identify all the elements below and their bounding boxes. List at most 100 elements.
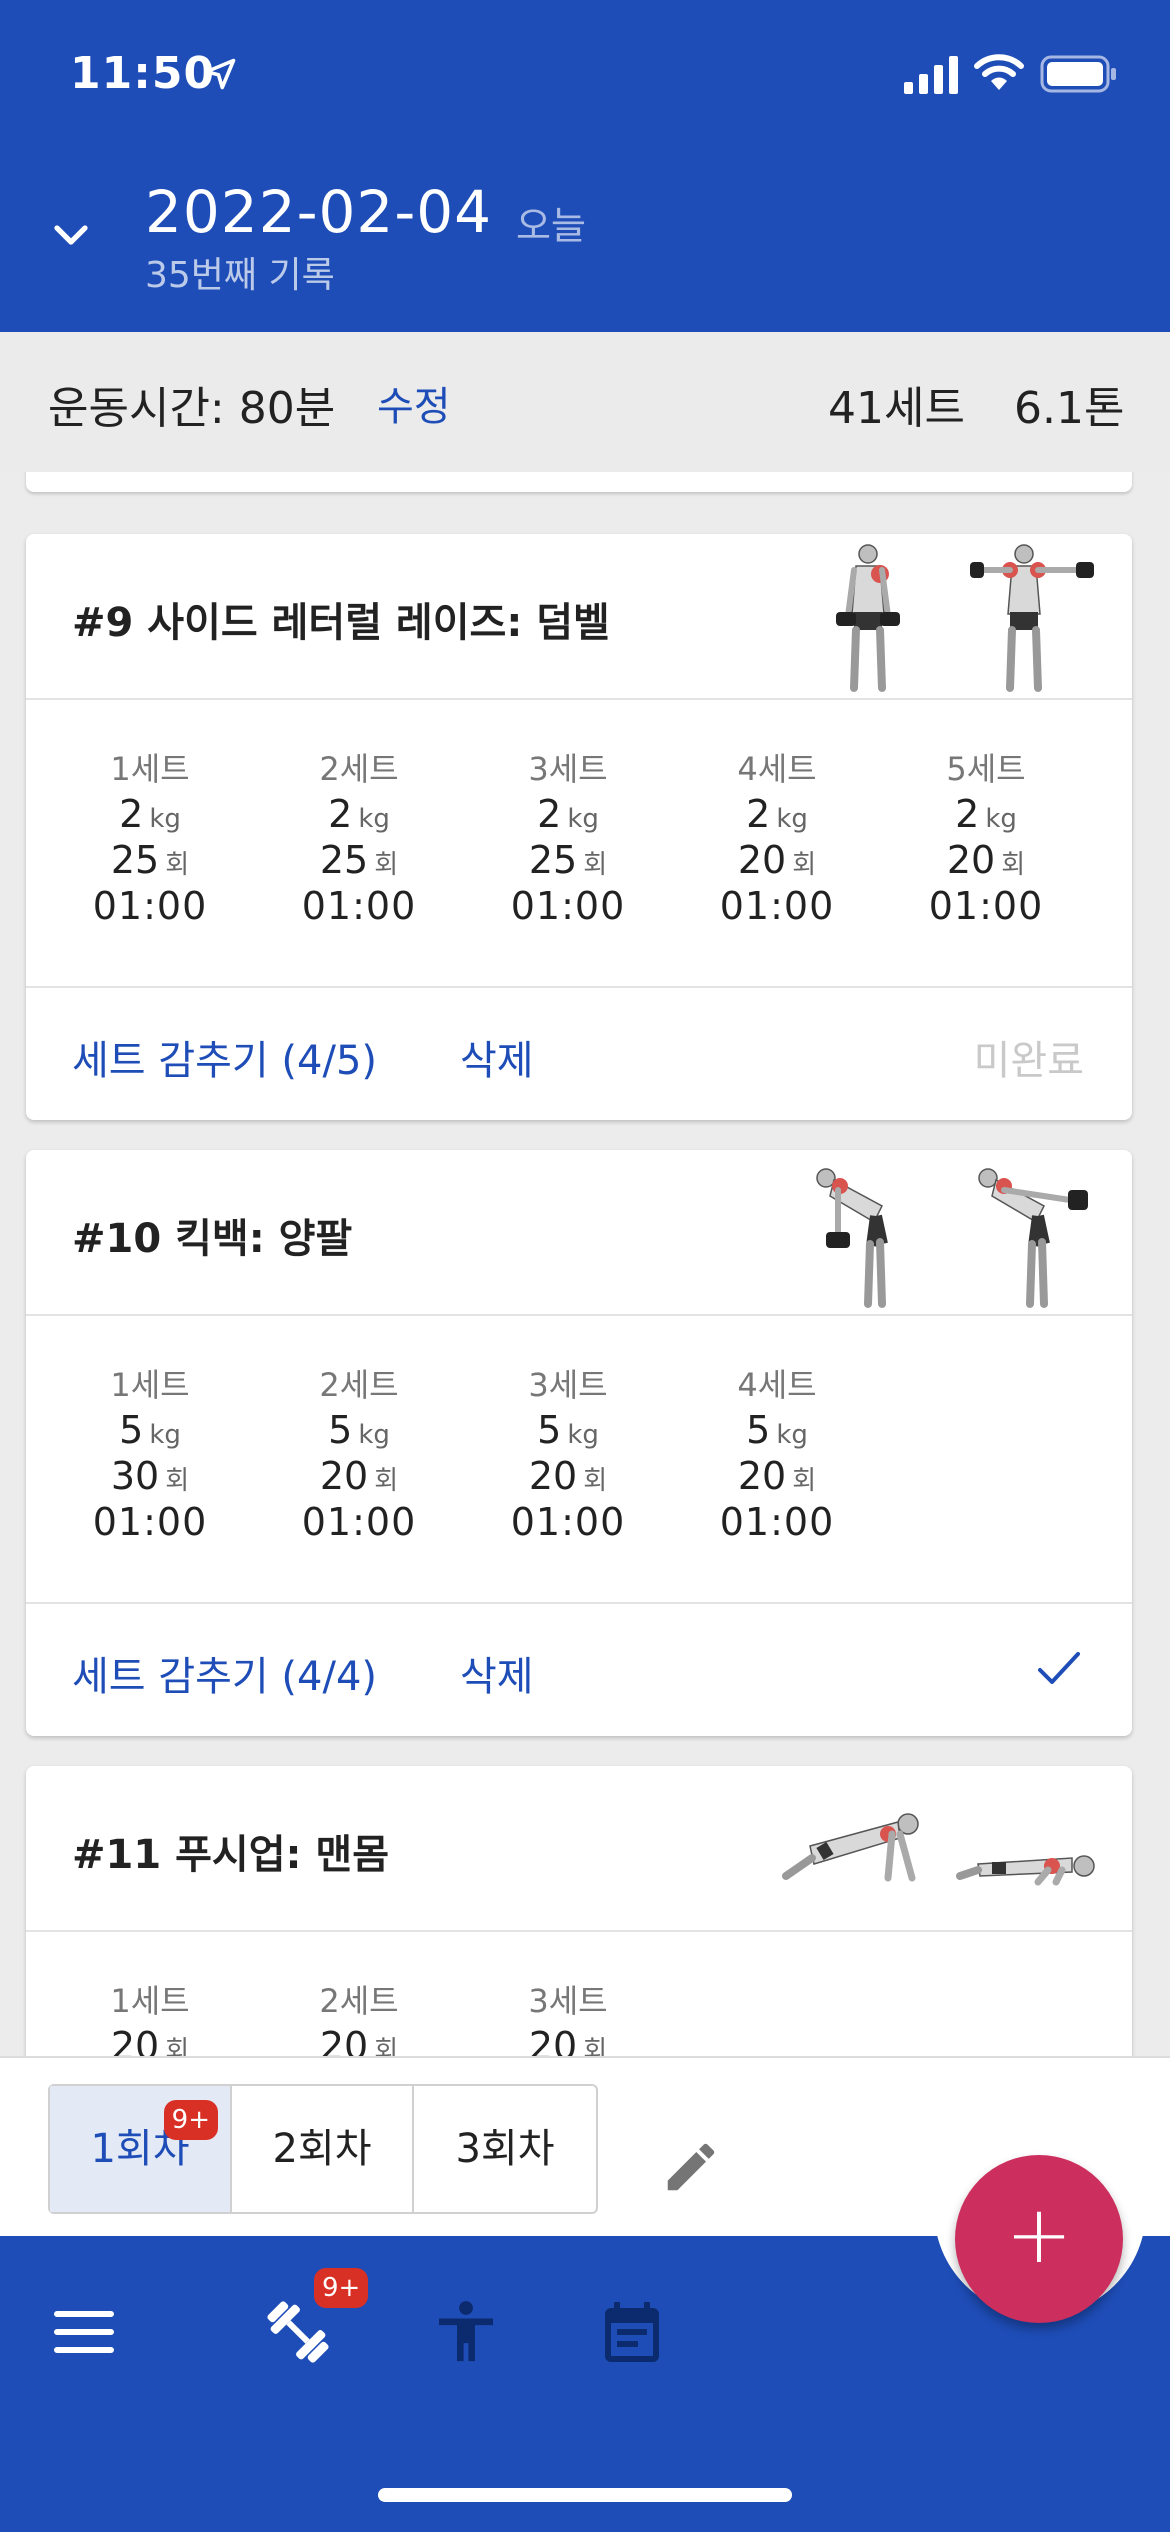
- set-label: 1세트: [110, 1982, 190, 2020]
- body-icon[interactable]: [430, 2296, 502, 2368]
- set-item[interactable]: 4세트 2 kg 20 회 01:00: [677, 744, 877, 930]
- set-reps: 20 회: [737, 838, 817, 882]
- session-tabs: 1회차 9+ 2회차 3회차: [48, 2084, 598, 2214]
- set-time: 01:00: [719, 1500, 835, 1544]
- wifi-icon: [974, 54, 1024, 90]
- set-list: 1세트 2 kg 25 회 01:00 2세트 2 kg 25 회 01:00 3세트 …: [26, 700, 1132, 988]
- exercise-title: #11 푸시업: 맨몸: [72, 1832, 390, 1878]
- exercise-illustration-end: [970, 544, 1094, 692]
- set-reps: 20 회: [946, 838, 1026, 882]
- pencil-icon[interactable]: [660, 2136, 722, 2198]
- set-item[interactable]: 4세트 5 kg 20 회 01:00: [677, 1360, 877, 1546]
- set-item[interactable]: 5세트 2 kg 20 회 01:00: [886, 744, 1086, 930]
- check-icon[interactable]: [1036, 1648, 1082, 1688]
- add-exercise-button[interactable]: +: [955, 2155, 1123, 2323]
- set-label: 3세트: [528, 1366, 608, 1404]
- set-weight: 2 kg: [746, 792, 808, 836]
- set-weight: 2 kg: [328, 792, 390, 836]
- hide-sets-button[interactable]: 세트 감추기 (4/5): [72, 1028, 377, 1086]
- exercise-card-header[interactable]: #9 사이드 레터럴 레이즈: 덤벨: [26, 534, 1132, 700]
- record-count: 35번째 기록: [145, 255, 335, 296]
- notification-badge: 9+: [163, 2100, 218, 2140]
- exercise-list[interactable]: #9 사이드 레터럴 레이즈: 덤벨 1세트 2 kg 25 회 01:00 2…: [0, 472, 1170, 2056]
- record-date: 2022-02-04: [145, 178, 493, 246]
- set-label: 2세트: [319, 750, 399, 788]
- set-label: 4세트: [737, 750, 817, 788]
- notification-badge: 9+: [314, 2268, 369, 2308]
- set-item[interactable]: 1세트 20 회: [50, 1976, 250, 2056]
- session-tab-label: 3회차: [455, 2126, 555, 2172]
- menu-icon[interactable]: [48, 2296, 120, 2368]
- exercise-card: #10 킥백: 양팔 1세트 5 kg 30 회 01:00 2세트 5 kg …: [26, 1150, 1132, 1736]
- total-sets: 41세트: [828, 383, 965, 434]
- set-item[interactable]: 3세트 2 kg 25 회 01:00: [468, 744, 668, 930]
- session-tab-2[interactable]: 2회차: [232, 2086, 414, 2212]
- cellular-signal-icon: [904, 56, 958, 94]
- set-time: 01:00: [928, 884, 1044, 928]
- chevron-down-icon[interactable]: [50, 214, 92, 256]
- set-label: 4세트: [737, 1366, 817, 1404]
- home-indicator: [378, 2488, 792, 2502]
- exercise-illustration-start: [782, 1813, 919, 1882]
- workout-duration: 운동시간: 80분: [48, 383, 336, 434]
- set-item[interactable]: 2세트 5 kg 20 회 01:00: [259, 1360, 459, 1546]
- set-reps: 25 회: [319, 838, 399, 882]
- set-time: 01:00: [301, 1500, 417, 1544]
- today-label: 오늘: [516, 204, 586, 248]
- set-label: 1세트: [110, 1366, 190, 1404]
- set-time: 01:00: [510, 884, 626, 928]
- set-item[interactable]: 2세트 2 kg 25 회 01:00: [259, 744, 459, 930]
- total-weight: 6.1톤: [1014, 383, 1125, 434]
- set-reps: 30 회: [110, 1454, 190, 1498]
- set-item[interactable]: 3세트 20 회: [468, 1976, 668, 2056]
- exercise-card-header[interactable]: #10 킥백: 양팔: [26, 1150, 1132, 1316]
- calendar-icon[interactable]: [596, 2296, 668, 2368]
- set-reps: 25 회: [110, 838, 190, 882]
- set-item[interactable]: 2세트 20 회: [259, 1976, 459, 2056]
- set-weight: 5 kg: [746, 1408, 808, 1452]
- location-arrow-icon: [204, 58, 236, 90]
- set-weight: 5 kg: [119, 1408, 181, 1452]
- set-item[interactable]: 1세트 2 kg 25 회 01:00: [50, 744, 250, 930]
- exercise-title: #9 사이드 레터럴 레이즈: 덤벨: [72, 600, 610, 646]
- exercise-card-header[interactable]: #11 푸시업: 맨몸: [26, 1766, 1132, 1932]
- set-weight: 5 kg: [537, 1408, 599, 1452]
- incomplete-status-button[interactable]: 미완료: [974, 1028, 1084, 1086]
- exercise-card-footer: 세트 감추기 (4/4) 삭제: [26, 1604, 1132, 1734]
- delete-exercise-button[interactable]: 삭제: [460, 1028, 534, 1086]
- set-reps: 20 회: [528, 1454, 608, 1498]
- exercise-card-footer: 세트 감추기 (4/5) 삭제 미완료: [26, 988, 1132, 1118]
- exercise-illustration-start: [836, 544, 900, 692]
- set-reps: 20 회: [737, 1454, 817, 1498]
- session-tab-3[interactable]: 3회차: [414, 2086, 596, 2212]
- set-item[interactable]: 1세트 5 kg 30 회 01:00: [50, 1360, 250, 1546]
- set-weight: 2 kg: [955, 792, 1017, 836]
- exercise-illustration-end: [978, 1168, 1088, 1308]
- set-reps: 20 회: [528, 2024, 608, 2056]
- hide-sets-button[interactable]: 세트 감추기 (4/4): [72, 1644, 377, 1702]
- exercise-card: #9 사이드 레터럴 레이즈: 덤벨 1세트 2 kg 25 회 01:00 2…: [26, 534, 1132, 1120]
- set-list: 1세트 5 kg 30 회 01:00 2세트 5 kg 20 회 01:00 3세트 …: [26, 1316, 1132, 1604]
- set-item[interactable]: 3세트 5 kg 20 회 01:00: [468, 1360, 668, 1546]
- set-reps: 20 회: [319, 2024, 399, 2056]
- battery-icon: [1040, 55, 1116, 93]
- exercise-title: #10 킥백: 양팔: [72, 1216, 353, 1262]
- set-weight: 2 kg: [537, 792, 599, 836]
- set-time: 01:00: [510, 1500, 626, 1544]
- set-time: 01:00: [92, 884, 208, 928]
- set-time: 01:00: [719, 884, 835, 928]
- delete-exercise-button[interactable]: 삭제: [460, 1644, 534, 1702]
- exercise-illustration-end: [956, 1855, 1095, 1886]
- exercise-card: #11 푸시업: 맨몸 1세트 20 회 2세트 20 회 3세트 20 회: [26, 1766, 1132, 2056]
- status-time: 11:50: [70, 48, 216, 99]
- set-weight: 2 kg: [119, 792, 181, 836]
- exercise-illustration-start: [816, 1168, 888, 1308]
- set-reps: 20 회: [110, 2024, 190, 2056]
- set-reps: 20 회: [319, 1454, 399, 1498]
- edit-duration-button[interactable]: 수정: [377, 374, 451, 432]
- set-reps: 25 회: [528, 838, 608, 882]
- set-list: 1세트 20 회 2세트 20 회 3세트 20 회: [26, 1932, 1132, 2056]
- app-header: 11:50 2022-02-04 오늘 35번째 기록: [0, 0, 1170, 332]
- set-label: 2세트: [319, 1366, 399, 1404]
- session-tab-1[interactable]: 1회차 9+: [50, 2086, 232, 2212]
